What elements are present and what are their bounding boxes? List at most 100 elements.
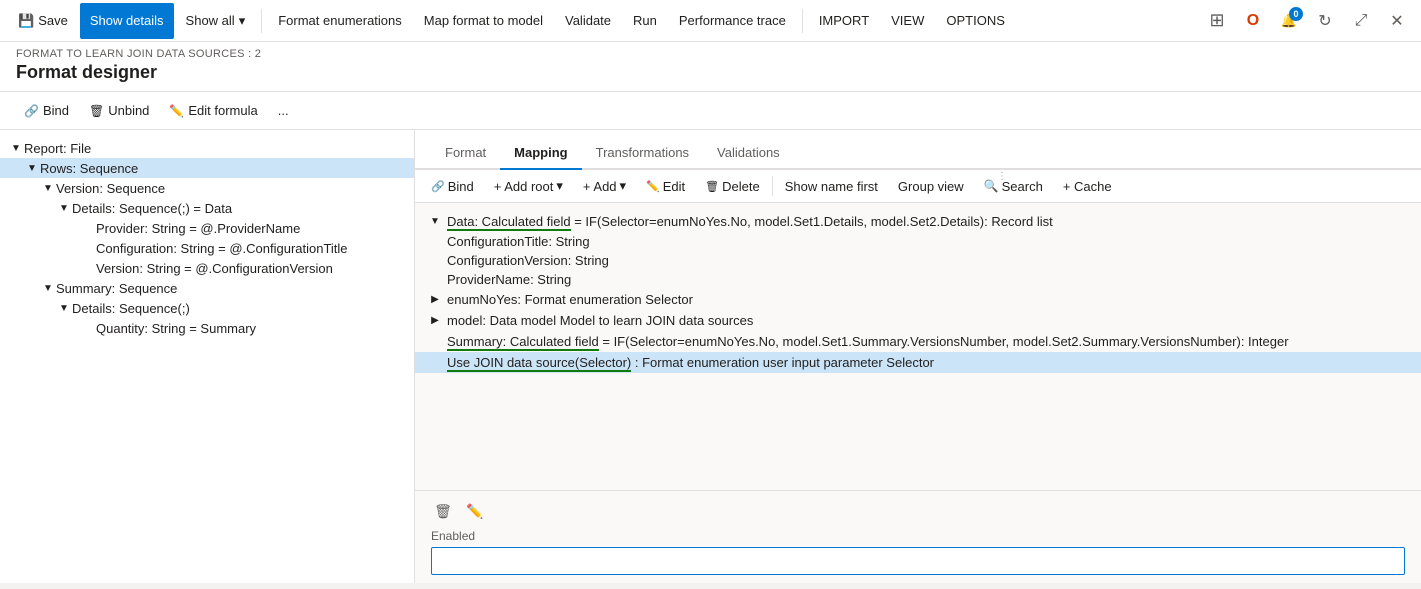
tree-item-summary[interactable]: ▼ Summary: Sequence [0, 278, 414, 298]
child-configtitle: ConfigurationTitle: String [447, 232, 1421, 251]
tree-label: Report: File [24, 141, 91, 156]
add-root-button[interactable]: + Add root ▾ [486, 174, 571, 198]
tree-item-quantity[interactable]: Quantity: String = Summary [0, 318, 414, 338]
child-providername: ProviderName: String [447, 270, 1421, 289]
right-panel: Format Mapping Transformations Validatio… [415, 130, 1421, 583]
group-view-button[interactable]: Group view [890, 175, 972, 198]
tree-item-rows[interactable]: ▼ Rows: Sequence [0, 158, 414, 178]
link-icon-small: 🔗 [431, 180, 445, 193]
tab-transformations[interactable]: Transformations [582, 137, 703, 170]
run-button[interactable]: Run [623, 3, 667, 39]
tree-label: Rows: Sequence [40, 161, 138, 176]
tree-toggle [80, 260, 96, 276]
mapping-label-enum: enumNoYes: Format enumeration Selector [447, 292, 1413, 307]
options-button[interactable]: OPTIONS [936, 3, 1015, 39]
tree-toggle: ▼ [40, 180, 56, 196]
tree-label: Details: Sequence(;) [72, 301, 190, 316]
pencil-icon: ✏️ [169, 104, 184, 118]
mapping-children-data: ConfigurationTitle: String Configuration… [415, 232, 1421, 289]
bottom-icons: 🗑 ✏️ [431, 499, 1405, 523]
refresh-button[interactable]: ↻ [1309, 5, 1341, 37]
tree-item-details-data[interactable]: ▼ Details: Sequence(;) = Data [0, 198, 414, 218]
tree-label: Configuration: String = @.ConfigurationT… [96, 241, 348, 256]
search-button[interactable]: 🔍 Search [976, 175, 1051, 198]
child-configversion: ConfigurationVersion: String [447, 251, 1421, 270]
map-bind-button[interactable]: 🔗 Bind [423, 175, 482, 198]
tree-toggle [80, 220, 96, 236]
validate-button[interactable]: Validate [555, 3, 621, 39]
import-button[interactable]: IMPORT [809, 3, 879, 39]
view-button[interactable]: VIEW [881, 3, 934, 39]
map-edit-button[interactable]: ✏️ Edit [638, 175, 693, 198]
left-panel: ▼ Report: File ▼ Rows: Sequence ▼ Versio… [0, 130, 415, 583]
enabled-label: Enabled [431, 529, 1405, 543]
toolbar-right: ⊞ O 🔔 0 ↻ ⤢ ✕ [1201, 5, 1413, 37]
tree-toggle [80, 240, 96, 256]
format-enumerations-button[interactable]: Format enumerations [268, 3, 412, 39]
mapping-item-use-join[interactable]: Use JOIN data source(Selector) : Format … [415, 352, 1421, 373]
more-actions-button[interactable]: ... [270, 99, 297, 122]
bind-action-button[interactable]: 🔗 Bind [16, 99, 77, 122]
unbind-action-button[interactable]: 🗑 Unbind [81, 99, 157, 122]
mapping-item-model[interactable]: ▶ model: Data model Model to learn JOIN … [415, 310, 1421, 331]
breadcrumb: FORMAT TO LEARN JOIN DATA SOURCES : 2 [16, 48, 1405, 60]
office-icon: O [1247, 12, 1259, 30]
tree-toggle: ▼ [24, 160, 40, 176]
save-button[interactable]: 💾 Save [8, 3, 78, 39]
office-icon-button[interactable]: O [1237, 5, 1269, 37]
expand-icon-enum: ▶ [423, 292, 447, 305]
map-add-button[interactable]: + Add ▾ [575, 174, 634, 198]
cache-button[interactable]: + Cache [1055, 175, 1120, 198]
mapping-label-model: model: Data model Model to learn JOIN da… [447, 313, 1413, 328]
tree-label: Provider: String = @.ProviderName [96, 221, 300, 236]
tab-mapping[interactable]: Mapping [500, 137, 581, 170]
separator-2 [802, 9, 803, 33]
tab-validations[interactable]: Validations [703, 137, 794, 170]
mapping-label-summary: Summary: Calculated field = IF(Selector=… [447, 334, 1413, 349]
map-separator [772, 176, 773, 196]
tree-item-provider[interactable]: Provider: String = @.ProviderName [0, 218, 414, 238]
map-format-button[interactable]: Map format to model [414, 3, 553, 39]
pencil-icon-map: ✏️ [646, 180, 660, 193]
tree-toggle [80, 320, 96, 336]
tree-item-version-str[interactable]: Version: String = @.ConfigurationVersion [0, 258, 414, 278]
mapping-content: ▼ Data: Calculated field = IF(Selector=e… [415, 203, 1421, 490]
tab-format[interactable]: Format [431, 137, 500, 170]
tree-toggle: ▼ [56, 200, 72, 216]
show-details-button[interactable]: Show details [80, 3, 174, 39]
performance-trace-button[interactable]: Performance trace [669, 3, 796, 39]
separator-1 [261, 9, 262, 33]
tree-label: Version: String = @.ConfigurationVersion [96, 261, 333, 276]
chevron-icon: ▾ [556, 178, 563, 194]
delete-icon-button[interactable]: 🗑 [431, 499, 455, 523]
mapping-label-data: Data: Calculated field = IF(Selector=enu… [447, 214, 1413, 229]
page-title: Format designer [16, 62, 1405, 83]
unlink-icon: 🗑 [89, 104, 104, 118]
tab-bar: Format Mapping Transformations Validatio… [415, 130, 1421, 170]
expand-icon-model: ▶ [423, 313, 447, 326]
mapping-item-summary[interactable]: Summary: Calculated field = IF(Selector=… [415, 331, 1421, 352]
tree-item-report[interactable]: ▼ Report: File [0, 138, 414, 158]
save-icon: 💾 [18, 13, 34, 29]
tree-label: Version: Sequence [56, 181, 165, 196]
mapping-item-data[interactable]: ▼ Data: Calculated field = IF(Selector=e… [415, 211, 1421, 289]
expand-icon-usejoin [423, 355, 447, 357]
enabled-input[interactable] [431, 547, 1405, 575]
tree-item-configuration[interactable]: Configuration: String = @.ConfigurationT… [0, 238, 414, 258]
tree-item-version-seq[interactable]: ▼ Version: Sequence [0, 178, 414, 198]
edit-formula-button[interactable]: ✏️ Edit formula [161, 99, 265, 122]
tree-item-details-seq[interactable]: ▼ Details: Sequence(;) [0, 298, 414, 318]
notification-button[interactable]: 🔔 0 [1273, 5, 1305, 37]
expand-button[interactable]: ⤢ [1345, 5, 1377, 37]
tree-toggle: ▼ [56, 300, 72, 316]
tree-label: Summary: Sequence [56, 281, 177, 296]
edit-icon-button[interactable]: ✏️ [463, 499, 487, 523]
show-all-button[interactable]: Show all ▾ [176, 3, 256, 39]
puzzle-icon-button[interactable]: ⊞ [1201, 5, 1233, 37]
mapping-item-enum[interactable]: ▶ enumNoYes: Format enumeration Selector [415, 289, 1421, 310]
trash-icon-map: 🗑 [705, 180, 719, 193]
show-name-first-button[interactable]: Show name first [777, 175, 886, 198]
close-button[interactable]: ✕ [1381, 5, 1413, 37]
main-toolbar: 💾 Save Show details Show all ▾ Format en… [0, 0, 1421, 42]
map-delete-button[interactable]: 🗑 Delete [697, 175, 768, 198]
